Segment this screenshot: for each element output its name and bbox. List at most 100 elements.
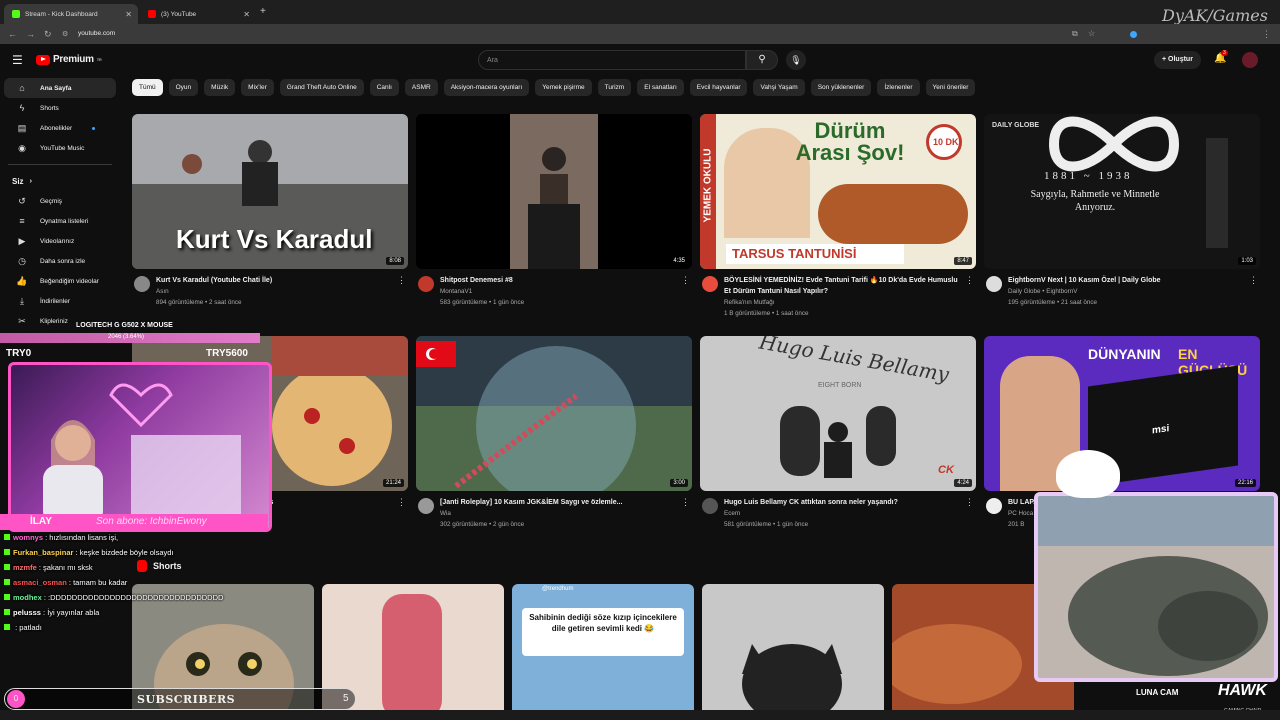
pet-cam-label: LUNA CAM: [1136, 688, 1179, 697]
chip-10[interactable]: El sanatları: [637, 79, 684, 96]
video-card[interactable]: Hugo Luis Bellamy EIGHT BORN CK 4:24 Hugo…: [700, 336, 976, 530]
stream-chat-overlay: womnys : hızlısından lisans işi, Furkan_b…: [0, 530, 230, 635]
video-title[interactable]: BÖYLESİNİ YEMEDİNİZ! Evde Tantuni Tarifi…: [724, 275, 962, 297]
video-title[interactable]: Hugo Luis Bellamy CK attıktan sonra nele…: [724, 497, 962, 508]
chip-3[interactable]: Mix'ler: [241, 79, 274, 96]
sidebar-item-music[interactable]: ◉ YouTube Music: [4, 138, 116, 158]
search-button[interactable]: ⚲: [746, 50, 778, 70]
notifications-button[interactable]: 🔔 3: [1214, 50, 1228, 64]
close-icon[interactable]: ✕: [243, 10, 250, 19]
chip-6[interactable]: ASMR: [404, 79, 438, 96]
channel-name[interactable]: Wia: [440, 508, 678, 519]
video-title[interactable]: Kurt Vs Karadul (Youtube Chati İle): [156, 275, 394, 286]
close-icon[interactable]: ✕: [125, 10, 132, 19]
more-options-icon[interactable]: ⋮: [681, 497, 690, 508]
extension-icon[interactable]: [1130, 31, 1137, 38]
video-card[interactable]: Kurt Vs Karadul 8:08 Kurt Vs Karadul (You…: [132, 114, 408, 308]
chat-username: Furkan_baspinar: [13, 548, 74, 557]
video-thumbnail[interactable]: DAILY GLOBE 1881 ~ 1938 Saygıyla, Rahmet…: [984, 114, 1260, 269]
channel-name[interactable]: Ecem: [724, 508, 962, 519]
avatar[interactable]: [1242, 52, 1258, 68]
chat-username: mzmfe: [13, 563, 37, 572]
history-icon: ↺: [18, 195, 26, 206]
more-options-icon[interactable]: ⋮: [681, 275, 690, 286]
video-thumbnail[interactable]: YEMEK OKULU Dürüm Arası Şov! 10 DK TARSU…: [700, 114, 976, 269]
channel-name[interactable]: Daily Globe • EightbornV: [1008, 286, 1246, 297]
chip-12[interactable]: Vahşi Yaşam: [753, 79, 805, 96]
chip-9[interactable]: Turizm: [597, 79, 632, 96]
video-thumbnail[interactable]: Hugo Luis Bellamy EIGHT BORN CK 4:24: [700, 336, 976, 491]
chip-14[interactable]: İzlenenler: [877, 79, 920, 96]
video-title[interactable]: Shitpost Denemesi #8: [440, 275, 678, 286]
chip-5[interactable]: Canlı: [369, 79, 399, 96]
url-field[interactable]: youtube.com: [78, 30, 115, 37]
tab-kick-dashboard[interactable]: Stream - Kick Dashboard ✕: [4, 4, 138, 24]
new-tab-button[interactable]: +: [260, 6, 266, 17]
video-title[interactable]: EightbornV Next | 10 Kasım Özel | Daily …: [1008, 275, 1246, 286]
tab-youtube[interactable]: (3) YouTube ✕: [140, 4, 256, 24]
hamburger-menu-icon[interactable]: ☰: [12, 53, 23, 67]
chip-8[interactable]: Yemek pişirme: [535, 79, 592, 96]
sidebar-item-liked[interactable]: 👍 Beğendiğim videolar: [4, 271, 116, 291]
short-card[interactable]: [702, 584, 884, 720]
chat-text: keşke bizdede böyle olsaydı: [79, 548, 174, 557]
sidebar-item-playlists[interactable]: ≡ Oynatma listeleri: [4, 211, 116, 231]
thumbnail-text: Dürüm Arası Şov!: [795, 118, 905, 165]
chip-4[interactable]: Grand Theft Auto Online: [279, 79, 364, 96]
reload-icon[interactable]: ↻: [44, 29, 52, 40]
channel-avatar[interactable]: [986, 276, 1002, 292]
video-card[interactable]: YEMEK OKULU Dürüm Arası Şov! 10 DK TARSU…: [700, 114, 976, 319]
site-info-icon[interactable]: ⚙: [62, 30, 68, 38]
video-thumbnail[interactable]: 3:00: [416, 336, 692, 491]
search-input[interactable]: Ara: [478, 50, 746, 70]
sidebar-item-watch-later[interactable]: ◷ Daha sonra izle: [4, 251, 116, 271]
video-card[interactable]: 3:00 [Janti Roleplay] 10 Kasım JGK&İEM S…: [416, 336, 692, 530]
back-icon[interactable]: ←: [8, 29, 17, 39]
channel-avatar[interactable]: [418, 276, 434, 292]
channel-name[interactable]: MontanaV1: [440, 286, 678, 297]
install-icon[interactable]: ⧉: [1072, 29, 1078, 39]
short-card[interactable]: @trendhum Sahibinin dediği söze kızıp içi…: [512, 584, 694, 720]
more-options-icon[interactable]: ⋮: [1249, 275, 1258, 286]
sidebar-item-shorts[interactable]: ϟ Shorts: [4, 98, 116, 118]
chip-13[interactable]: Son yüklenenler: [810, 79, 872, 96]
video-thumbnail[interactable]: Kurt Vs Karadul 8:08: [132, 114, 408, 269]
video-card[interactable]: 4:35 Shitpost Denemesi #8 MontanaV1 583 …: [416, 114, 692, 308]
channel-avatar[interactable]: [986, 498, 1002, 514]
more-options-icon[interactable]: ⋮: [965, 275, 974, 286]
sidebar-item-history[interactable]: ↺ Geçmiş: [4, 191, 116, 211]
chip-1[interactable]: Oyun: [168, 79, 199, 96]
channel-avatar[interactable]: [702, 498, 718, 514]
streamer-name: İLAY: [30, 516, 52, 527]
sidebar-item-label: İndirilenler: [40, 297, 70, 305]
voice-search-button[interactable]: 🎙: [786, 50, 806, 70]
chip-0[interactable]: Tümü: [132, 79, 163, 96]
video-card[interactable]: DAILY GLOBE 1881 ~ 1938 Saygıyla, Rahmet…: [984, 114, 1260, 308]
sidebar-item-home[interactable]: ⌂ Ana Sayfa: [4, 78, 116, 98]
sidebar-item-subscriptions[interactable]: ▤ Abonelikler: [4, 118, 116, 138]
chip-11[interactable]: Evcil hayvanlar: [689, 79, 748, 96]
video-thumbnail[interactable]: DÜNYANIN EN GÜÇLÜSÜ msi22:16: [984, 336, 1260, 491]
more-options-icon[interactable]: ⋮: [397, 275, 406, 286]
youtube-premium-logo[interactable]: Premium TR: [36, 54, 102, 65]
sidebar-you-heading[interactable]: Siz ›: [0, 171, 120, 191]
chip-15[interactable]: Yeni öneriler: [925, 79, 976, 96]
bookmark-star-icon[interactable]: ☆: [1088, 29, 1095, 38]
chip-7[interactable]: Aksiyon-macera oyunları: [443, 79, 530, 96]
sidebar-item-your-videos[interactable]: ▶ Videolarınız: [4, 231, 116, 251]
create-button[interactable]: + Oluştur: [1154, 51, 1201, 69]
channel-name[interactable]: Asın: [156, 286, 394, 297]
sidebar-item-downloads[interactable]: ⤓ İndirilenler: [4, 291, 116, 311]
channel-avatar[interactable]: [702, 276, 718, 292]
more-options-icon[interactable]: ⋮: [965, 497, 974, 508]
channel-avatar[interactable]: [134, 276, 150, 292]
video-stats: 894 görüntüleme • 2 saat önce: [156, 299, 242, 306]
video-title[interactable]: [Janti Roleplay] 10 Kasım JGK&İEM Saygı …: [440, 497, 678, 508]
forward-icon[interactable]: →: [26, 29, 35, 39]
browser-menu-icon[interactable]: ⋮: [1262, 29, 1271, 40]
chip-2[interactable]: Müzik: [204, 79, 236, 96]
channel-name[interactable]: Refika'nın Mutfağı: [724, 297, 962, 308]
video-thumbnail[interactable]: 4:35: [416, 114, 692, 269]
more-options-icon[interactable]: ⋮: [397, 497, 406, 508]
channel-avatar[interactable]: [418, 498, 434, 514]
